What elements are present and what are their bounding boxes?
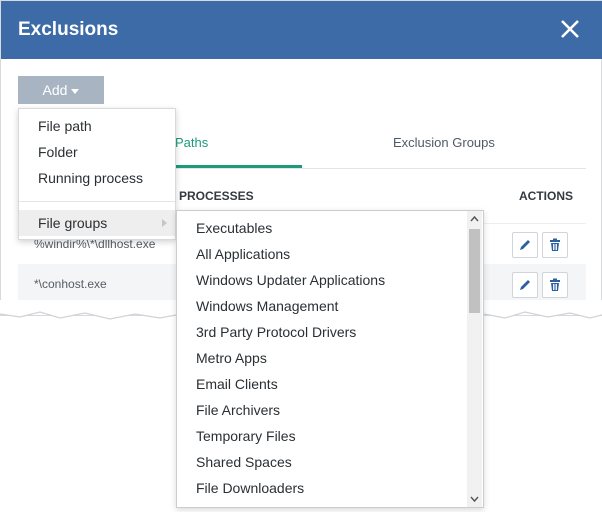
submenu-item-metro-apps[interactable]: Metro Apps bbox=[177, 345, 467, 371]
file-groups-submenu: Executables All Applications Windows Upd… bbox=[176, 210, 484, 508]
column-header-processes: PROCESSES bbox=[179, 189, 254, 203]
submenu-item-all-applications[interactable]: All Applications bbox=[177, 241, 467, 267]
submenu-item-shared-spaces[interactable]: Shared Spaces bbox=[177, 449, 467, 475]
submenu-item-file-downloaders[interactable]: File Downloaders bbox=[177, 475, 467, 501]
submenu-item-windows-updater-applications[interactable]: Windows Updater Applications bbox=[177, 267, 467, 293]
delete-button[interactable] bbox=[542, 272, 568, 298]
close-icon[interactable] bbox=[557, 16, 583, 42]
menu-divider bbox=[19, 201, 175, 202]
dialog-header: Exclusions bbox=[1, 1, 602, 59]
edit-button[interactable] bbox=[512, 232, 538, 258]
edit-button[interactable] bbox=[512, 272, 538, 298]
add-button[interactable]: Add bbox=[18, 76, 104, 104]
column-header-actions: ACTIONS bbox=[519, 189, 573, 203]
submenu-item-file-archivers[interactable]: File Archivers bbox=[177, 397, 467, 423]
menu-item-folder[interactable]: Folder bbox=[19, 139, 175, 165]
submenu-scrollbar[interactable] bbox=[467, 211, 482, 507]
trash-icon bbox=[550, 278, 560, 291]
process-path: *\conhost.exe bbox=[34, 277, 107, 291]
tab-exclusion-groups[interactable]: Exclusion Groups bbox=[393, 135, 495, 150]
caret-down-icon bbox=[71, 88, 80, 94]
trash-icon bbox=[550, 238, 560, 251]
dialog-title: Exclusions bbox=[18, 19, 119, 40]
menu-item-running-process[interactable]: Running process bbox=[19, 165, 175, 191]
pencil-icon bbox=[520, 240, 530, 250]
submenu-item-windows-management[interactable]: Windows Management bbox=[177, 293, 467, 319]
menu-item-file-path[interactable]: File path bbox=[19, 113, 175, 139]
pencil-icon bbox=[520, 280, 530, 290]
caret-right-icon bbox=[162, 219, 167, 227]
add-dropdown-menu: File path Folder Running process File gr… bbox=[18, 108, 176, 240]
add-button-label: Add bbox=[42, 82, 68, 98]
delete-button[interactable] bbox=[542, 232, 568, 258]
scrollbar-thumb[interactable] bbox=[469, 229, 480, 313]
submenu-item-3rd-party-protocol-drivers[interactable]: 3rd Party Protocol Drivers bbox=[177, 319, 467, 345]
submenu-item-executables[interactable]: Executables bbox=[177, 215, 467, 241]
menu-item-file-groups[interactable]: File groups bbox=[19, 210, 175, 236]
submenu-item-email-clients[interactable]: Email Clients bbox=[177, 371, 467, 397]
submenu-item-temporary-files[interactable]: Temporary Files bbox=[177, 423, 467, 449]
scroll-down-icon[interactable] bbox=[467, 491, 482, 507]
tab-paths[interactable]: Paths bbox=[175, 135, 208, 150]
menu-item-file-groups-label: File groups bbox=[38, 215, 108, 231]
scroll-up-icon[interactable] bbox=[467, 211, 482, 227]
